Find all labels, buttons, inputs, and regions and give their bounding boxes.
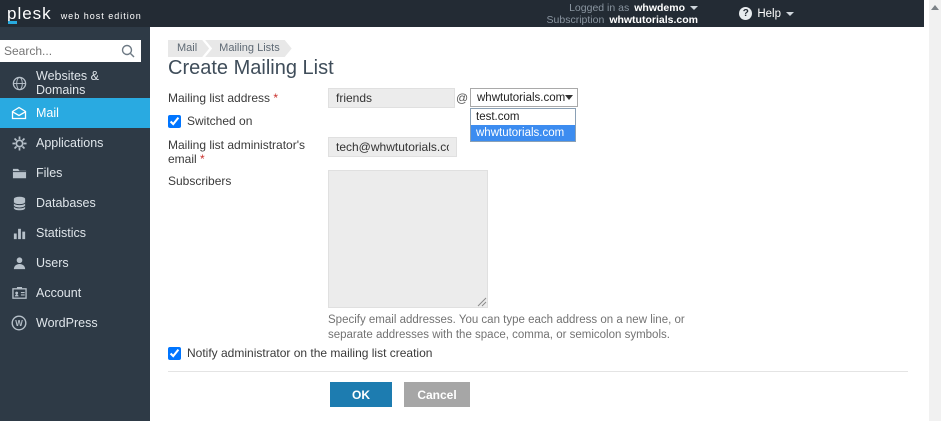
logged-in-row[interactable]: Logged in as whwdemo: [547, 2, 698, 14]
subscribers-hint: Specify email addresses. You can type ea…: [328, 313, 700, 343]
help-label: Help: [757, 8, 781, 20]
footer-divider: [168, 371, 908, 372]
logged-in-label: Logged in as: [569, 2, 629, 14]
subscribers-textarea[interactable]: [328, 170, 488, 308]
sidebar-item-label: Applications: [36, 136, 103, 150]
search-icon: [121, 44, 135, 58]
main-content: Mail Mailing Lists Create Mailing List M…: [150, 27, 924, 421]
vertical-scrollbar[interactable]: [929, 0, 941, 421]
sidebar-item-label: Account: [36, 286, 81, 300]
domain-dropdown-list: test.com whwtutorials.com: [470, 108, 576, 142]
notify-label: Notify administrator on the mailing list…: [187, 346, 432, 360]
subscription-row: Subscription whwtutorials.com: [547, 14, 698, 26]
sidebar-nav: Websites & Domains Mail Applications Fil…: [0, 68, 150, 338]
sidebar-search: [0, 40, 141, 62]
sidebar-item-files[interactable]: Files: [0, 158, 150, 188]
id-card-icon: [11, 285, 27, 301]
sidebar-item-label: Statistics: [36, 226, 86, 240]
at-symbol: @: [456, 91, 468, 105]
sidebar-item-databases[interactable]: Databases: [0, 188, 150, 218]
bar-chart-icon: [11, 225, 27, 241]
sidebar-item-label: Databases: [36, 196, 96, 210]
subscription-label: Subscription: [547, 14, 605, 26]
admin-email-label: Mailing list administrator's email *: [168, 138, 320, 166]
ok-button[interactable]: OK: [330, 382, 392, 407]
scroll-up-arrow-icon[interactable]: [930, 2, 940, 12]
globe-icon: [11, 75, 27, 91]
mail-icon: [11, 105, 27, 121]
domain-select[interactable]: whwtutorials.com: [470, 88, 578, 107]
mailing-list-address-input[interactable]: [328, 88, 455, 108]
user-icon: [11, 255, 27, 271]
admin-email-input[interactable]: [328, 137, 457, 157]
notify-checkbox[interactable]: [168, 347, 181, 360]
page-title: Create Mailing List: [168, 57, 334, 80]
subscription-value: whwtutorials.com: [609, 14, 698, 26]
database-icon: [11, 195, 27, 211]
sidebar-item-label: Websites & Domains: [36, 69, 150, 97]
switched-on-row: Switched on: [168, 114, 252, 128]
sidebar-item-websites-domains[interactable]: Websites & Domains: [0, 68, 150, 98]
domain-option-whwtutorials[interactable]: whwtutorials.com: [471, 125, 575, 141]
address-label: Mailing list address *: [168, 91, 320, 105]
sidebar-item-users[interactable]: Users: [0, 248, 150, 278]
sidebar: Websites & Domains Mail Applications Fil…: [0, 27, 150, 421]
top-header: plesk web host edition Logged in as whwd…: [0, 0, 924, 27]
help-icon: ?: [739, 7, 752, 20]
sidebar-item-label: WordPress: [36, 316, 98, 330]
cancel-button[interactable]: Cancel: [404, 382, 470, 407]
chevron-down-icon: [786, 12, 794, 16]
chevron-down-icon: [690, 6, 698, 10]
sidebar-item-mail[interactable]: Mail: [0, 98, 150, 128]
sidebar-item-label: Users: [36, 256, 69, 270]
sidebar-item-wordpress[interactable]: W WordPress: [0, 308, 150, 338]
required-marker: *: [200, 152, 205, 166]
chevron-down-icon: [565, 95, 573, 100]
domain-option-test[interactable]: test.com: [471, 109, 575, 125]
folder-icon: [11, 165, 27, 181]
gear-icon: [11, 135, 27, 151]
subscribers-label: Subscribers: [168, 174, 320, 188]
edition-label: web host edition: [61, 11, 142, 21]
scrollbar-column: [924, 0, 941, 421]
plesk-window: plesk web host edition Logged in as whwd…: [0, 0, 941, 421]
wordpress-icon: W: [11, 315, 27, 331]
sidebar-item-applications[interactable]: Applications: [0, 128, 150, 158]
help-menu[interactable]: ? Help: [739, 0, 794, 27]
search-input[interactable]: [0, 44, 121, 58]
sidebar-item-statistics[interactable]: Statistics: [0, 218, 150, 248]
switched-on-checkbox[interactable]: [168, 115, 181, 128]
domain-select-value: whwtutorials.com: [477, 92, 565, 104]
notify-row: Notify administrator on the mailing list…: [168, 346, 432, 360]
sidebar-item-account[interactable]: Account: [0, 278, 150, 308]
breadcrumb-item-mailing-lists[interactable]: Mailing Lists: [205, 40, 292, 57]
svg-text:W: W: [15, 319, 23, 328]
required-marker: *: [273, 91, 278, 105]
plesk-logo[interactable]: plesk web host edition: [7, 0, 142, 27]
plesk-logo-underscore: [8, 21, 17, 24]
breadcrumb-item-mail[interactable]: Mail: [168, 40, 209, 57]
logged-in-user: whwdemo: [634, 2, 685, 14]
switched-on-label: Switched on: [187, 114, 252, 128]
sidebar-item-label: Mail: [36, 106, 59, 120]
session-info: Logged in as whwdemo Subscription whwtut…: [547, 0, 698, 27]
sidebar-item-label: Files: [36, 166, 62, 180]
breadcrumb: Mail Mailing Lists: [168, 40, 292, 57]
